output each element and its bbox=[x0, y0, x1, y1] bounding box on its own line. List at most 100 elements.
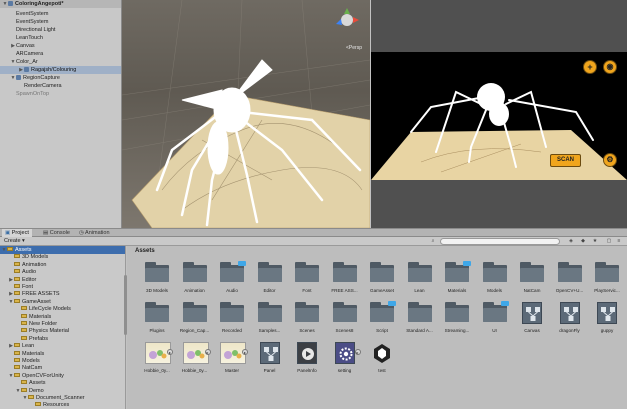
asset-item[interactable]: ▸ setting bbox=[327, 340, 363, 378]
asset-item[interactable]: Script bbox=[364, 300, 400, 338]
asset-item[interactable]: Scenes8 bbox=[327, 300, 363, 338]
game-view: + ◉ SCAN ⚙ bbox=[371, 0, 627, 228]
asset-item[interactable]: Samples... bbox=[252, 300, 288, 338]
unity-editor-window: ▼ ColoringAngepoti* EventSystem EventSystem… bbox=[0, 0, 627, 409]
folder-icon bbox=[35, 402, 41, 407]
tab-animation[interactable]: ◷ Animation bbox=[76, 229, 113, 237]
assets-breadcrumb[interactable]: Assets bbox=[127, 246, 627, 256]
add-button[interactable]: + bbox=[583, 60, 597, 74]
folder-icon bbox=[370, 308, 394, 322]
asset-item[interactable]: Region_Cap... bbox=[177, 300, 213, 338]
asset-item[interactable]: Canvas bbox=[514, 300, 550, 338]
hierarchy-item[interactable]: SpawnOnTop bbox=[0, 90, 121, 98]
hierarchy-item[interactable]: ▶Canvas bbox=[0, 42, 121, 50]
hierarchy-item[interactable]: EventSystem bbox=[0, 10, 121, 18]
asset-item[interactable]: Standard A... bbox=[402, 300, 438, 338]
folder-icon bbox=[445, 268, 469, 282]
asset-item[interactable]: dragonFly bbox=[552, 300, 588, 338]
settings-button[interactable]: ⚙ bbox=[603, 153, 617, 167]
tab-project[interactable]: ▣ Project bbox=[2, 229, 32, 237]
asset-item[interactable]: UI bbox=[477, 300, 513, 338]
collab-badge-icon bbox=[463, 261, 471, 266]
asset-item[interactable]: Models bbox=[477, 260, 513, 298]
asset-item[interactable]: Scenes bbox=[289, 300, 325, 338]
asset-item[interactable]: Streaming... bbox=[439, 300, 475, 338]
asset-item[interactable]: ▸ Master bbox=[214, 340, 250, 378]
tree-item-label: Lean bbox=[22, 343, 35, 350]
camera-button[interactable]: ◉ bbox=[603, 60, 617, 74]
asset-item[interactable]: test bbox=[364, 340, 400, 378]
asset-item[interactable]: GameAsset bbox=[364, 260, 400, 298]
asset-item[interactable]: Editor bbox=[252, 260, 288, 298]
hierarchy-item[interactable]: EventSystem bbox=[0, 18, 121, 26]
asset-item[interactable]: PlayServic... bbox=[589, 260, 625, 298]
asset-item[interactable]: Materials bbox=[439, 260, 475, 298]
tree-item-label: Assets bbox=[29, 380, 46, 387]
tree-item-label: Assets bbox=[15, 247, 32, 253]
asset-item[interactable]: guppy bbox=[589, 300, 625, 338]
asset-item[interactable]: Plugins bbox=[139, 300, 175, 338]
asset-label: FREE ASS... bbox=[331, 288, 358, 293]
asset-label: Samples... bbox=[258, 328, 281, 333]
folder-icon bbox=[14, 365, 20, 370]
asset-label: Scenes8 bbox=[335, 328, 354, 333]
asset-label: test bbox=[378, 368, 386, 373]
expand-arrow-icon[interactable]: ▸ bbox=[354, 349, 361, 355]
folder-thumbnail bbox=[595, 262, 619, 282]
asset-item[interactable]: Panel bbox=[252, 340, 288, 378]
console-icon: ▤ bbox=[43, 230, 49, 236]
filter-type-icon[interactable]: ◈ bbox=[568, 238, 574, 244]
asset-label: Standard A... bbox=[406, 328, 433, 333]
folder-icon bbox=[145, 268, 169, 282]
lock-icon[interactable]: ▢ bbox=[606, 238, 612, 244]
tab-animation-label: Animation bbox=[85, 230, 110, 236]
scene-view[interactable]: <Persp bbox=[122, 0, 370, 228]
asset-label: OpenCV+U... bbox=[555, 288, 584, 293]
hierarchy-item[interactable]: Directional Light bbox=[0, 26, 121, 34]
folder-icon bbox=[14, 276, 20, 281]
tree-item[interactable]: Resources bbox=[0, 401, 125, 409]
expand-arrow-icon[interactable]: ▸ bbox=[204, 349, 211, 355]
asset-item[interactable]: PanelInfo bbox=[289, 340, 325, 378]
folder-thumbnail bbox=[370, 301, 396, 322]
asset-label: Hobbie_0y... bbox=[144, 368, 170, 373]
asset-item[interactable]: Lean bbox=[402, 260, 438, 298]
tree-item-label: New Folder bbox=[29, 321, 58, 327]
hierarchy-item[interactable]: ▼Color_Ar bbox=[0, 58, 121, 66]
filter-label-icon[interactable]: ◆ bbox=[580, 238, 586, 244]
hierarchy-item[interactable]: RenderCamera bbox=[0, 82, 121, 90]
asset-item[interactable]: NatCam bbox=[514, 260, 550, 298]
folder-icon bbox=[182, 268, 207, 282]
hierarchy-item[interactable]: ARCamera bbox=[0, 50, 121, 58]
asset-item[interactable]: Font bbox=[289, 260, 325, 298]
hierarchy-item-label: Canvas bbox=[16, 43, 35, 49]
axis-gizmo[interactable] bbox=[336, 8, 359, 26]
folder-icon bbox=[21, 313, 27, 318]
hierarchy-item[interactable]: ▶ Ragajsh/Colouring bbox=[0, 66, 121, 74]
hierarchy-item[interactable]: LeanTouch bbox=[0, 34, 121, 42]
asset-item[interactable]: ▸ Hobbie_0y... bbox=[139, 340, 175, 378]
asset-label: Plugins bbox=[149, 328, 165, 333]
folder-thumbnail bbox=[145, 302, 169, 322]
hierarchy-item[interactable]: ▼ RegionCapture bbox=[0, 74, 121, 82]
tree-item-label: Resources bbox=[43, 402, 70, 409]
asset-item[interactable]: FREE ASS... bbox=[327, 260, 363, 298]
asset-label: Lean bbox=[414, 288, 425, 293]
asset-item[interactable]: Recorded bbox=[214, 300, 250, 338]
asset-item[interactable]: OpenCV+U... bbox=[552, 260, 588, 298]
asset-item[interactable]: Animation bbox=[177, 260, 213, 298]
asset-item[interactable]: 3D Models bbox=[139, 260, 175, 298]
star-icon[interactable]: ★ bbox=[592, 238, 598, 244]
tab-console[interactable]: ▤ Console bbox=[40, 229, 73, 237]
scan-button[interactable]: SCAN bbox=[550, 154, 581, 167]
menu-icon[interactable]: ≡ bbox=[616, 238, 622, 244]
create-button[interactable]: Create ▾ bbox=[2, 238, 27, 245]
folder-icon bbox=[482, 268, 507, 282]
asset-item[interactable]: ▸ Hobbie_0y... bbox=[177, 340, 213, 378]
expand-arrow-icon[interactable]: ▸ bbox=[167, 349, 173, 355]
expand-arrow-icon[interactable]: ▸ bbox=[242, 349, 248, 355]
hierarchy-item[interactable]: ▼ ColoringAngepoti* bbox=[0, 0, 121, 8]
asset-item[interactable]: Audio bbox=[214, 260, 250, 298]
perspective-label[interactable]: <Persp bbox=[346, 45, 362, 51]
search-input[interactable] bbox=[440, 238, 560, 245]
